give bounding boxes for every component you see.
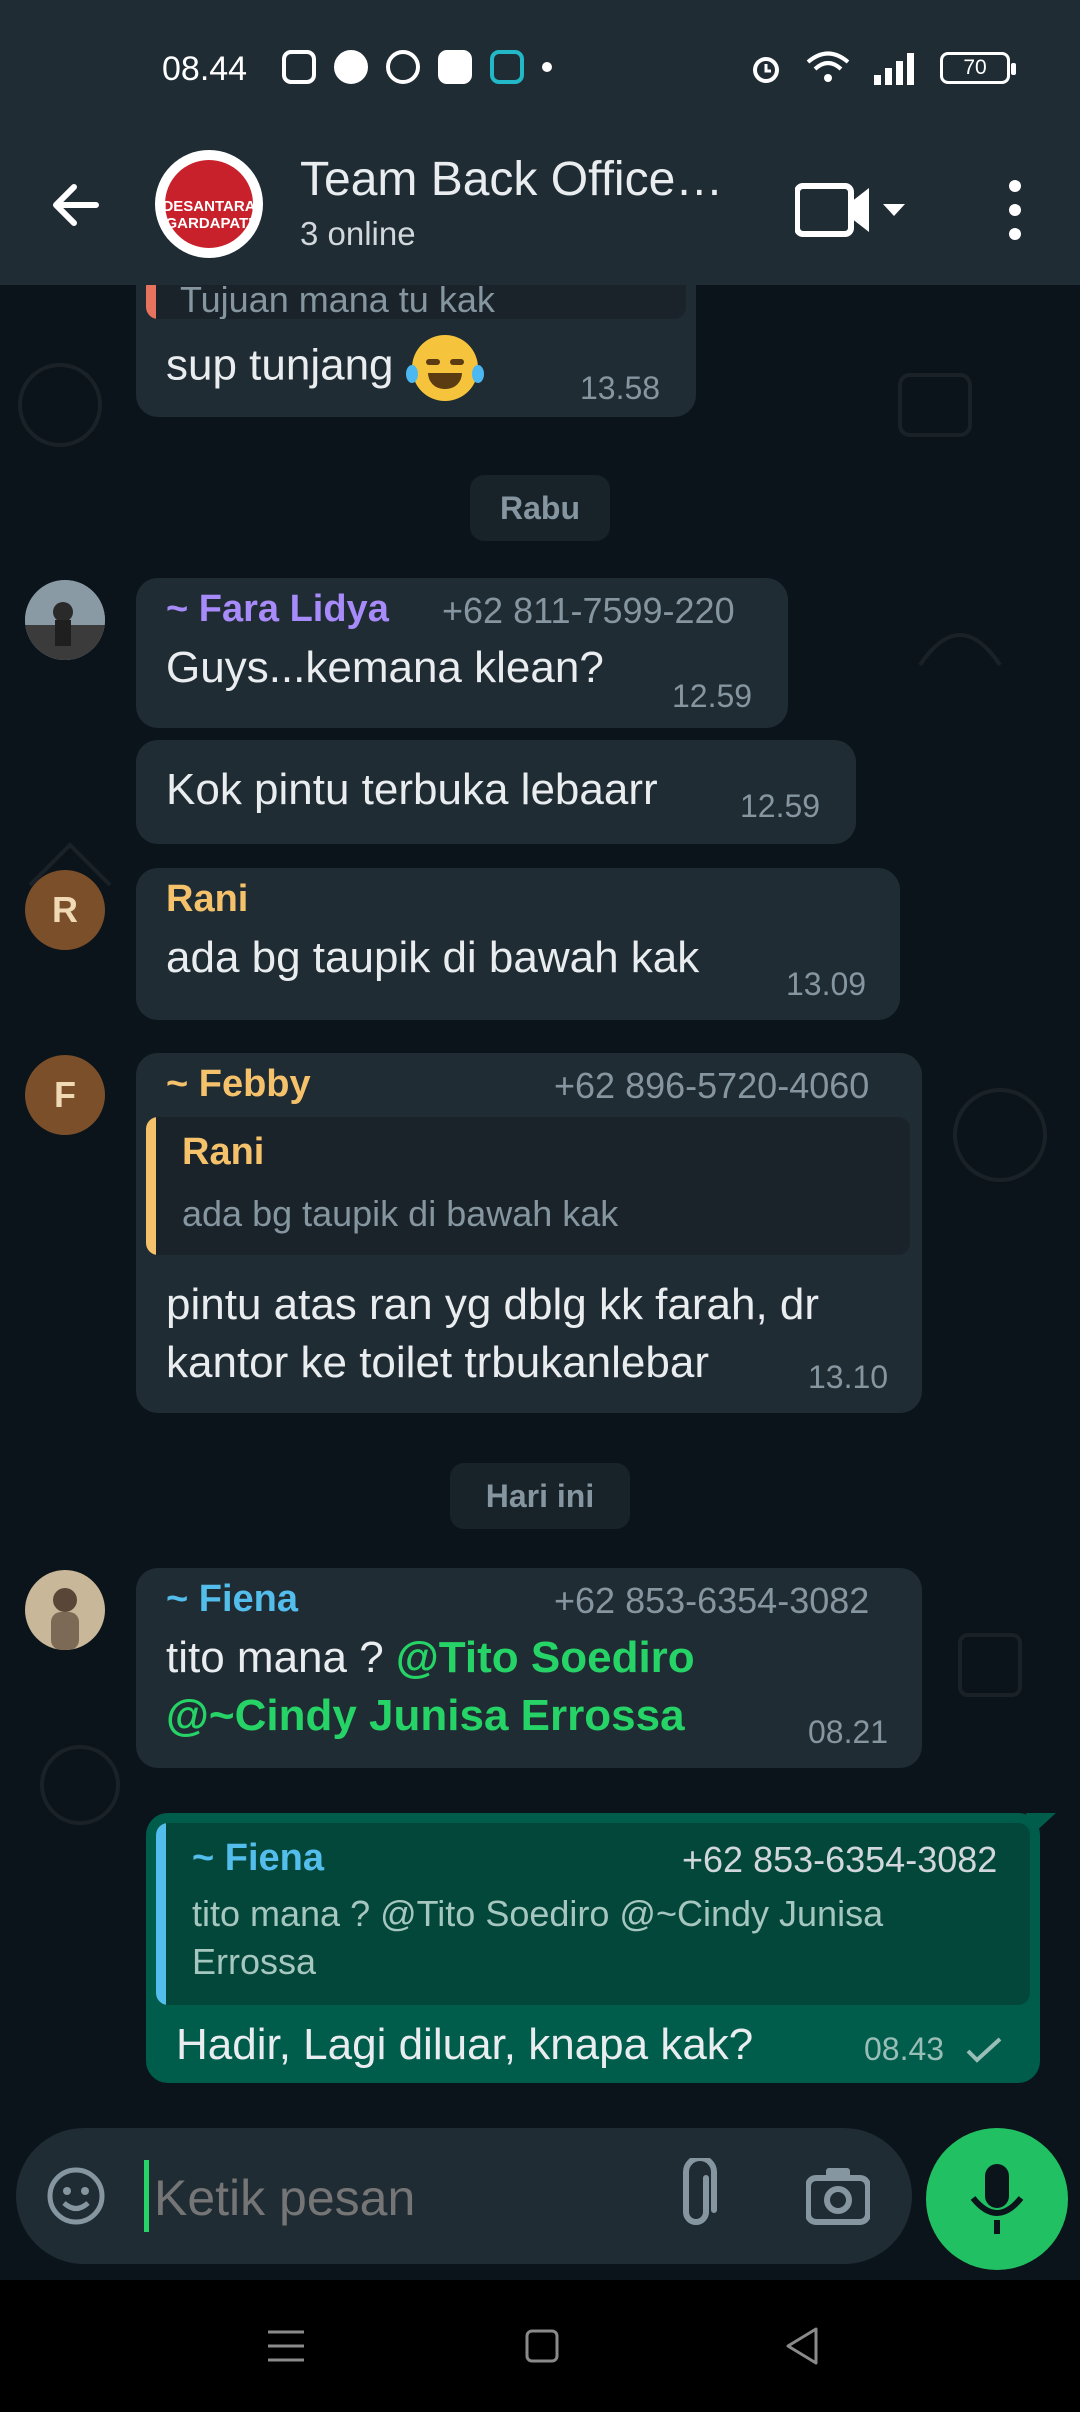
quoted-message[interactable]: ~ Fiena +62 853-6354-3082 tito mana ? @T… [156,1823,1030,2005]
message-input[interactable] [152,2162,676,2234]
sender-phone: +62 896-5720-4060 [554,1065,870,1106]
message-time: 08.21 [808,1714,889,1750]
sender-avatar[interactable]: R [25,870,105,950]
message-text: ada bg taupik di bawah kak [166,933,700,982]
microphone-icon [970,2164,1024,2234]
wifi-icon [806,51,850,82]
text-cursor [144,2160,149,2232]
message-bubble[interactable]: Tujuan mana tu kak sup tunjang 13.58 [136,285,696,417]
message-time: 13.10 [808,1359,889,1395]
quoted-sender: Rani [182,1131,265,1173]
profile-photo [25,1570,105,1650]
message-text-content: tito mana ? [166,1633,396,1682]
message-text: Hadir, Lagi diluar, knapa kak? [176,2020,754,2069]
message-text: tito mana ? @Tito Soediro [166,1630,695,1686]
group-avatar[interactable]: DESANTARA GARDAPATI [155,150,263,258]
notification-icons [282,50,552,84]
instagram-icon [282,50,316,84]
quoted-text: tito mana ? @Tito Soediro @~Cindy Junisa [192,1893,884,1934]
sent-check-icon [966,2037,1002,2063]
message-time: 12.59 [672,678,753,714]
back-icon[interactable] [784,2326,820,2366]
date-divider: Hari ini [450,1463,630,1529]
chat-subtitle: 3 online [300,215,416,252]
message-bubble[interactable]: ~ Fiena +62 853-6354-3082 tito mana ? @T… [136,1568,922,1768]
quoted-text: ada bg taupik di bawah kak [182,1193,619,1234]
sender-phone: +62 853-6354-3082 [554,1580,870,1621]
message-text-line: kantor ke toilet trbukanlebar [166,1338,709,1387]
laughing-emoji-icon [405,335,484,401]
bubble-tail [1026,1813,1056,1835]
sender-name[interactable]: ~ Febby [166,1063,311,1106]
chat-header: DESANTARA GARDAPATI Team Back Office… 3 … [0,140,1080,285]
sender-phone: +62 811-7599-220 [442,590,735,631]
quoted-text: Tujuan mana tu kak [180,285,495,319]
profile-photo [25,580,105,660]
recent-apps-icon[interactable] [266,2328,306,2364]
sender-name[interactable]: Rani [166,878,248,921]
outgoing-message-bubble[interactable]: ~ Fiena +62 853-6354-3082 tito mana ? @T… [146,1813,1056,2083]
alarm-icon [753,57,779,83]
sender-name[interactable]: ~ Fara Lidya [166,588,389,631]
message-list[interactable]: Tujuan mana tu kak sup tunjang 13.58 Rab… [0,285,1080,2115]
message-time: 13.09 [786,966,867,1002]
emoji-sticker-icon[interactable] [46,2166,106,2226]
mention-link[interactable]: @Tito Soediro [396,1633,695,1682]
sender-name[interactable]: ~ Fiena [166,1578,298,1621]
message-text: Kok pintu terbuka lebaarr [166,765,658,814]
app-notification-icon [386,50,420,84]
message-time: 08.43 [864,2031,945,2067]
sender-avatar[interactable] [25,580,105,660]
message-bubble[interactable]: Rani ada bg taupik di bawah kak 13.09 [136,868,900,1020]
message-composer [16,2128,912,2264]
system-navigation-bar [0,2280,1080,2412]
app-notification-icon [438,50,472,84]
message-bubble[interactable]: ~ Febby +62 896-5720-4060 Rani ada bg ta… [136,1053,922,1413]
sender-avatar[interactable] [25,1570,105,1650]
mention-link[interactable]: @~Cindy Junisa Errossa [166,1688,685,1744]
back-arrow-icon[interactable] [40,170,110,240]
facebook-icon [334,50,368,84]
message-text: sup tunjang [166,335,484,401]
message-time: 12.59 [740,788,821,824]
message-text-line: pintu atas ran yg dblg kk farah, dr [166,1280,820,1329]
attach-icon[interactable] [666,2158,726,2234]
signal-icon [874,53,914,85]
sender-avatar[interactable]: F [25,1055,105,1135]
voice-message-button[interactable] [926,2128,1068,2270]
group-logo-text: DESANTARA GARDAPATI [162,198,256,232]
message-time: 13.58 [580,370,661,406]
system-icons: 70 [748,50,1016,86]
quoted-message[interactable]: Tujuan mana tu kak [146,285,686,319]
home-icon[interactable] [524,2328,560,2364]
message-bubble[interactable]: ~ Fara Lidya +62 811-7599-220 Guys...kem… [136,578,788,728]
message-bubble[interactable]: Kok pintu terbuka lebaarr 12.59 [136,740,856,844]
more-options-icon[interactable] [1000,178,1030,242]
chat-title[interactable]: Team Back Office… [300,152,723,207]
status-time: 08.44 [162,50,248,88]
shopping-app-icon [490,50,524,84]
more-notifications-icon [542,62,552,72]
message-text-content: sup tunjang [166,340,394,390]
quoted-text: Errossa [192,1941,317,1982]
quoted-message[interactable]: Rani ada bg taupik di bawah kak [146,1117,910,1255]
video-call-icon[interactable] [795,180,905,240]
camera-icon[interactable] [806,2164,870,2226]
message-text: Guys...kemana klean? [166,643,604,692]
quoted-sender: ~ Fiena [192,1837,324,1879]
quoted-phone: +62 853-6354-3082 [682,1839,998,1880]
date-divider: Rabu [470,475,610,541]
status-bar: 08.44 70 [0,0,1080,140]
battery-icon: 70 [940,52,1016,84]
